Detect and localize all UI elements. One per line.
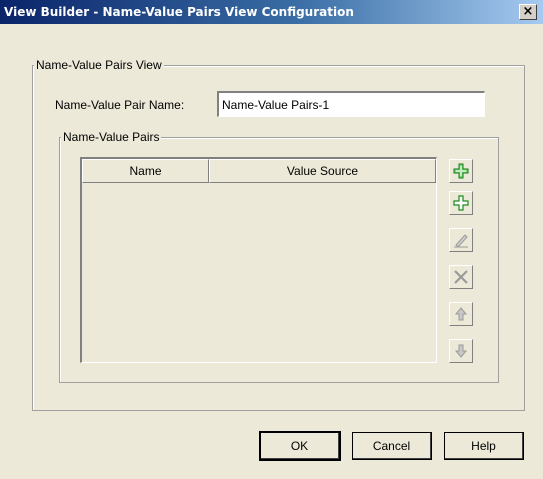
close-icon: × [522, 4, 534, 19]
move-down-icon [454, 344, 468, 358]
column-header-value-source[interactable]: Value Source [209, 159, 436, 183]
name-value-pairs-view-legend: Name-Value Pairs View [34, 58, 164, 72]
delete-button[interactable] [449, 265, 473, 289]
name-value-pair-name-input[interactable] [217, 91, 485, 117]
window-title: View Builder - Name-Value Pairs View Con… [4, 5, 354, 19]
add-group-button[interactable] [449, 159, 473, 183]
name-value-pairs-table[interactable]: Name Value Source [80, 157, 437, 363]
move-up-icon [454, 307, 468, 321]
column-header-name[interactable]: Name [82, 159, 209, 183]
add-button[interactable] [449, 191, 473, 215]
ok-button[interactable]: OK [260, 432, 340, 460]
add-group-icon [453, 163, 469, 179]
title-bar[interactable]: View Builder - Name-Value Pairs View Con… [0, 0, 543, 24]
delete-icon [454, 270, 468, 284]
edit-icon [454, 234, 468, 248]
move-down-button[interactable] [449, 339, 473, 363]
name-value-pair-name-label: Name-Value Pair Name: [55, 98, 185, 112]
name-value-pairs-legend: Name-Value Pairs [61, 130, 162, 144]
cancel-button[interactable]: Cancel [352, 432, 432, 460]
move-up-button[interactable] [449, 302, 473, 326]
help-button[interactable]: Help [444, 432, 524, 460]
close-button[interactable]: × [519, 4, 537, 20]
edit-button[interactable] [449, 228, 473, 252]
add-icon [453, 195, 469, 211]
